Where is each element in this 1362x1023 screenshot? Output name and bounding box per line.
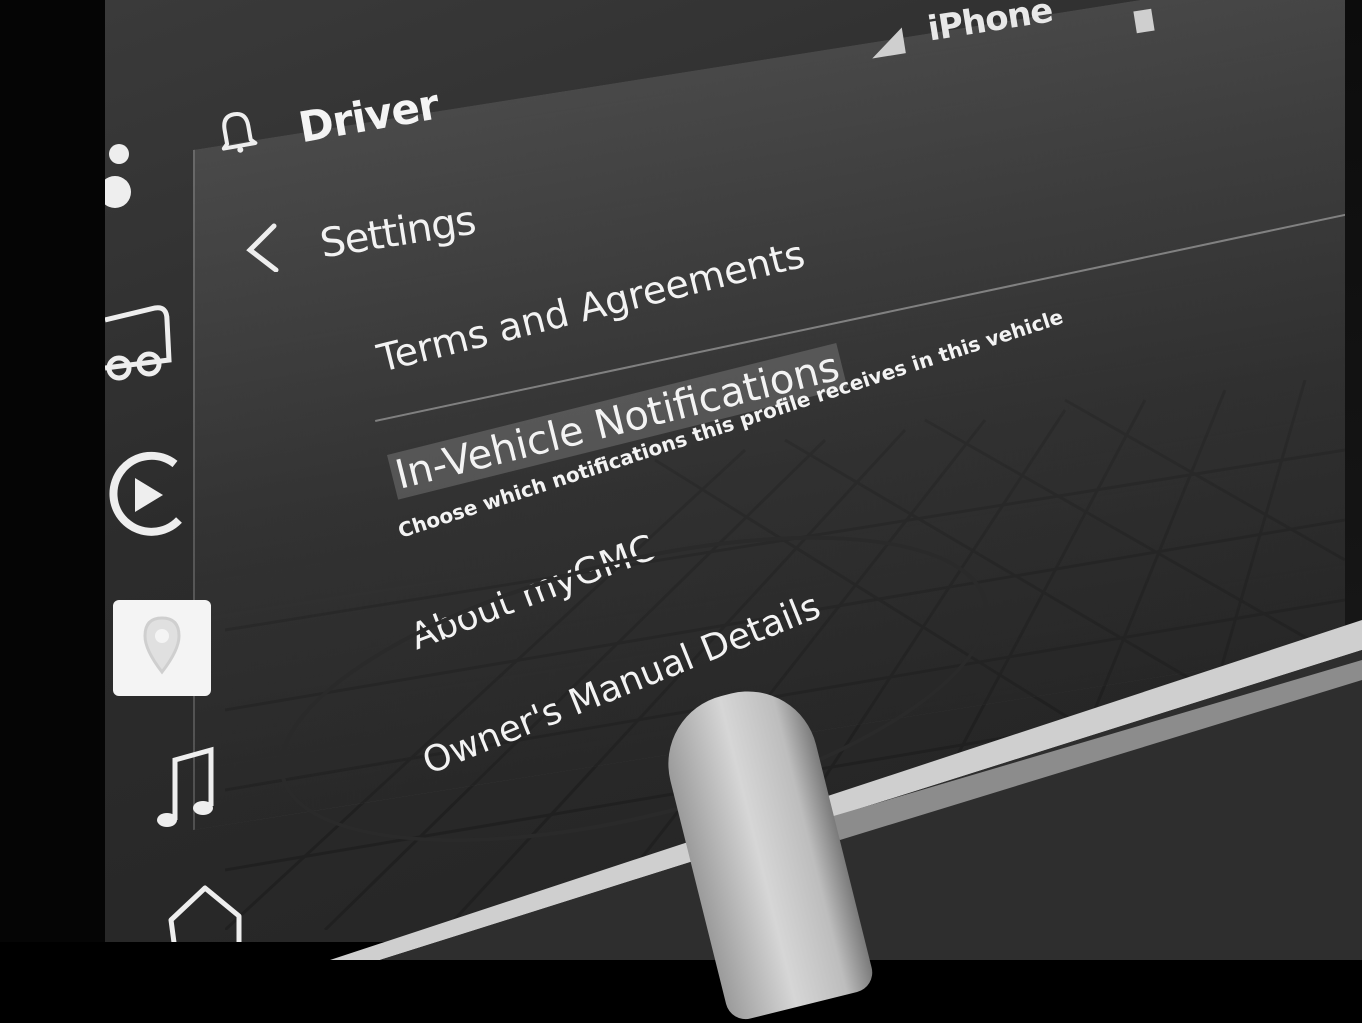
apps-icon[interactable] [105,140,135,220]
media-play-icon[interactable] [105,450,190,540]
signal-icon [868,27,906,59]
bell-icon[interactable] [213,105,260,157]
vehicle-icon[interactable] [105,300,175,390]
status-bar: iPhone [105,0,1345,150]
phone-name: iPhone [925,0,1056,50]
chevron-left-icon[interactable] [240,222,284,272]
battery-icon [1133,8,1155,34]
